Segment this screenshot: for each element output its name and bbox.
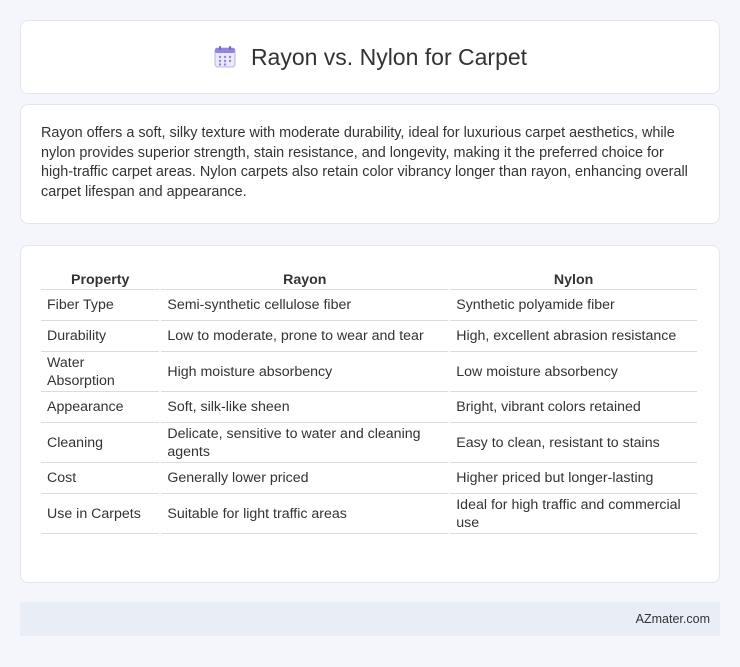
nylon-cell: Ideal for high traffic and commercial us…: [450, 494, 697, 534]
title-card: Rayon vs. Nylon for Carpet: [20, 20, 720, 94]
table-row: Fiber Type Semi-synthetic cellulose fibe…: [41, 290, 697, 321]
nylon-cell: Higher priced but longer-lasting: [450, 463, 697, 494]
rayon-cell: Delicate, sensitive to water and cleanin…: [161, 423, 449, 463]
title-wrap: Rayon vs. Nylon for Carpet: [213, 44, 527, 71]
nylon-cell: Bright, vibrant colors retained: [450, 392, 697, 423]
nylon-cell: Easy to clean, resistant to stains: [450, 423, 697, 463]
footer: AZmater.com: [20, 602, 720, 636]
comparison-card: Property Rayon Nylon Fiber Type Semi-syn…: [20, 245, 720, 583]
calendar-icon: [213, 45, 237, 69]
property-cell: Water Absorption: [41, 352, 160, 392]
rayon-cell: Suitable for light traffic areas: [161, 494, 449, 534]
description-card: Rayon offers a soft, silky texture with …: [20, 104, 720, 224]
property-cell: Fiber Type: [41, 290, 160, 321]
footer-site-name: AZmater.com: [635, 612, 710, 626]
property-cell: Cleaning: [41, 423, 160, 463]
nylon-cell: Low moisture absorbency: [450, 352, 697, 392]
property-cell: Use in Carpets: [41, 494, 160, 534]
header-nylon: Nylon: [450, 266, 697, 290]
header-rayon: Rayon: [161, 266, 449, 290]
nylon-cell: High, excellent abrasion resistance: [450, 321, 697, 352]
table-row: Use in Carpets Suitable for light traffi…: [41, 494, 697, 534]
page-title: Rayon vs. Nylon for Carpet: [250, 43, 528, 70]
header-property: Property: [41, 266, 160, 290]
table-row: Appearance Soft, silk-like sheen Bright,…: [41, 392, 697, 423]
rayon-cell: Soft, silk-like sheen: [161, 392, 449, 423]
property-cell: Cost: [41, 463, 160, 494]
nylon-cell: Synthetic polyamide fiber: [450, 290, 697, 321]
table-header-row: Property Rayon Nylon: [41, 266, 697, 290]
table-row: Cleaning Delicate, sensitive to water an…: [41, 423, 697, 463]
description-text: Rayon offers a soft, silky texture with …: [41, 125, 688, 200]
table-row: Cost Generally lower priced Higher price…: [41, 463, 697, 494]
property-cell: Durability: [41, 321, 160, 352]
rayon-cell: Low to moderate, prone to wear and tear: [161, 321, 449, 352]
rayon-cell: Generally lower priced: [161, 463, 449, 494]
comparison-table: Property Rayon Nylon Fiber Type Semi-syn…: [39, 266, 699, 534]
table-row: Water Absorption High moisture absorbenc…: [41, 352, 697, 392]
rayon-cell: Semi-synthetic cellulose fiber: [161, 290, 449, 321]
property-cell: Appearance: [41, 392, 160, 423]
table-row: Durability Low to moderate, prone to wea…: [41, 321, 697, 352]
rayon-cell: High moisture absorbency: [161, 352, 449, 392]
